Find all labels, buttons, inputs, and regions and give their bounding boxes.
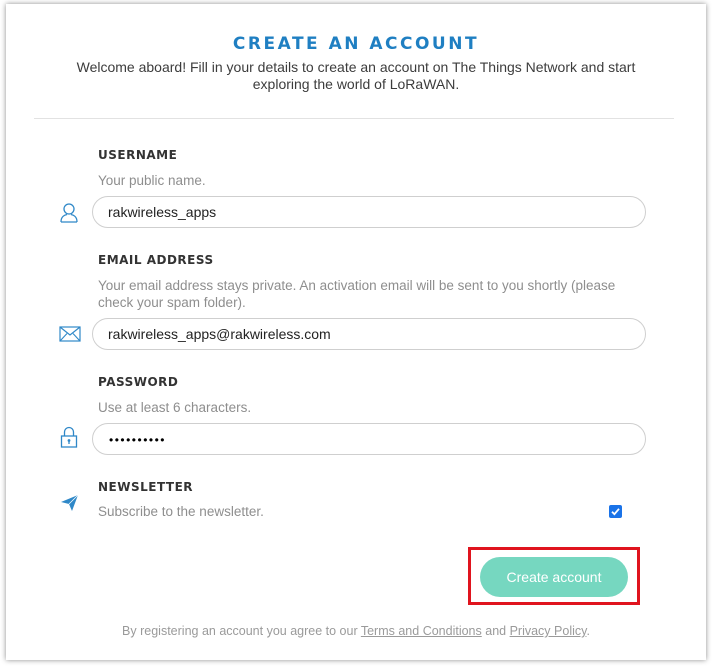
username-input[interactable]: rakwireless_apps xyxy=(92,196,646,228)
password-input[interactable]: •••••••••• xyxy=(92,423,646,455)
page-title: CREATE AN ACCOUNT xyxy=(232,34,480,54)
terms-middle: and xyxy=(481,624,510,638)
lock-icon xyxy=(60,426,78,448)
subtitle-line-1: Welcome aboard! Fill in your details to … xyxy=(76,59,636,75)
username-hint: Your public name. xyxy=(98,173,206,188)
email-value: rakwireless_apps@rakwireless.com xyxy=(108,326,331,342)
newsletter-label: NEWSLETTER xyxy=(98,480,194,494)
password-label: PASSWORD xyxy=(98,375,179,389)
terms-prefix: By registering an account you agree to o… xyxy=(122,624,361,638)
email-input[interactable]: rakwireless_apps@rakwireless.com xyxy=(92,318,646,350)
terms-notice: By registering an account you agree to o… xyxy=(6,624,706,638)
subtitle-line-2: exploring the world of LoRaWAN. xyxy=(252,76,460,92)
password-hint: Use at least 6 characters. xyxy=(98,400,252,415)
newsletter-checkbox[interactable] xyxy=(609,505,622,518)
email-hint-line-2: check your spam folder). xyxy=(98,295,246,310)
email-label: EMAIL ADDRESS xyxy=(98,253,214,267)
username-label: USERNAME xyxy=(98,148,178,162)
page-subtitle: Welcome aboard! Fill in your details to … xyxy=(66,59,646,93)
envelope-icon xyxy=(59,326,81,342)
create-account-button[interactable]: Create account xyxy=(480,557,628,597)
terms-link[interactable]: Terms and Conditions xyxy=(361,624,482,638)
paper-plane-icon xyxy=(61,494,79,511)
header-divider xyxy=(34,118,674,119)
email-hint: Your email address stays private. An act… xyxy=(98,277,638,311)
user-icon xyxy=(60,203,78,223)
signup-card: CREATE AN ACCOUNT Welcome aboard! Fill i… xyxy=(6,4,706,660)
checkmark-icon xyxy=(611,508,620,516)
username-value: rakwireless_apps xyxy=(108,204,217,220)
newsletter-hint: Subscribe to the newsletter. xyxy=(98,504,264,519)
password-masked-value: •••••••••• xyxy=(109,433,167,447)
privacy-link[interactable]: Privacy Policy xyxy=(510,624,587,638)
terms-suffix: . xyxy=(586,624,590,638)
email-hint-line-1: Your email address stays private. An act… xyxy=(98,278,616,293)
